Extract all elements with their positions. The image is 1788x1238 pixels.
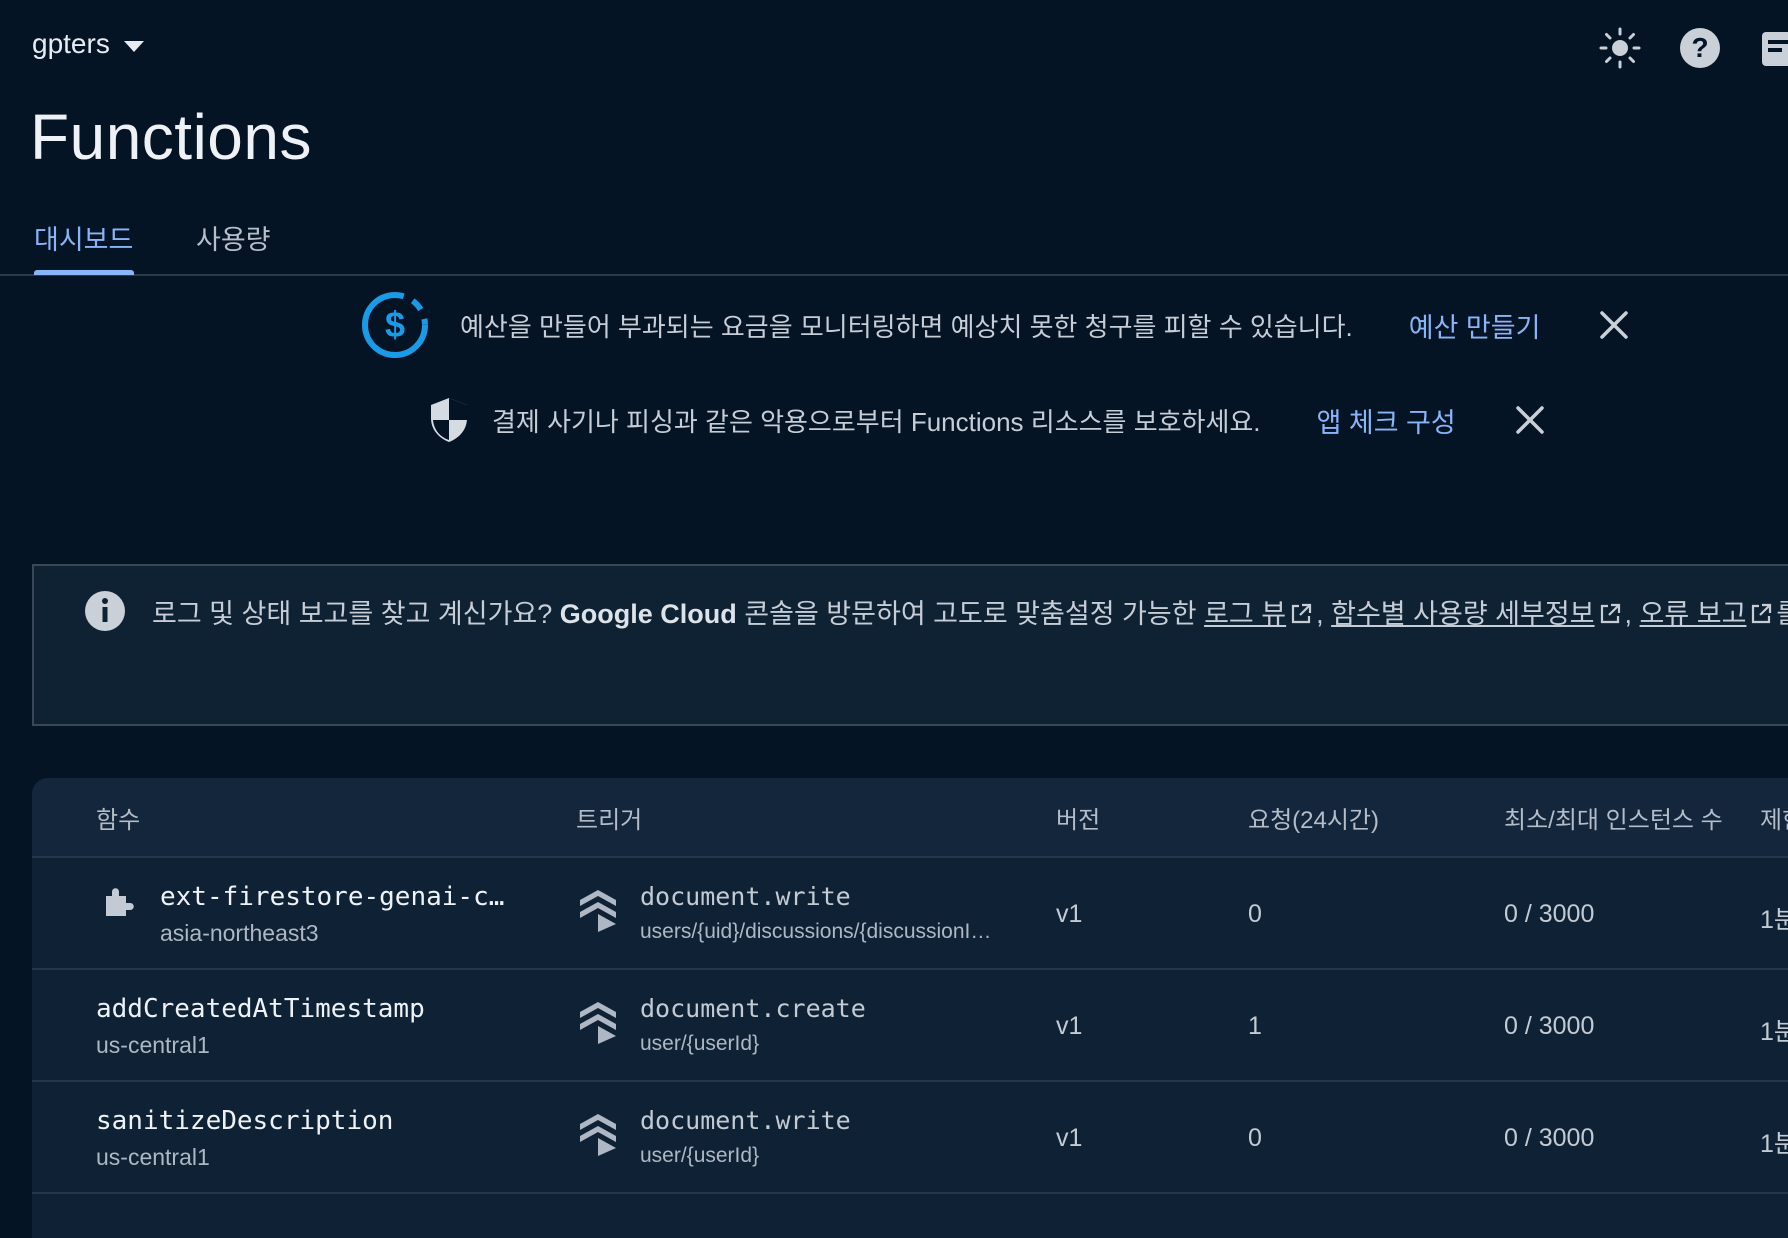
close-icon[interactable]	[1512, 402, 1548, 438]
appcheck-banner-text: 결제 사기나 피싱과 같은 악용으로부터 Functions 리소스를 보호하세…	[492, 406, 1261, 437]
info-text: 로그 및 상태 보고를 찾고 계신가요? Google Cloud 콘솔을 방문…	[152, 592, 1788, 633]
column-header-function[interactable]: 함수	[96, 800, 140, 835]
info-text-pre: 로그 및 상태 보고를 찾고 계신가요?	[152, 599, 560, 629]
function-name[interactable]: sanitizeDescription	[96, 1106, 393, 1136]
log-view-link[interactable]: 로그 뷰	[1204, 599, 1286, 629]
svg-text:$: $	[385, 304, 405, 345]
trigger-event: document.create	[640, 994, 866, 1023]
budget-banner: $ 예산을 만들어 부과되는 요금을 모니터링하면 예상치 못한 청구를 피할 …	[360, 290, 1632, 360]
firestore-trigger-icon	[578, 1112, 618, 1161]
info-icon	[84, 590, 126, 637]
function-region: us-central1	[96, 1032, 210, 1058]
column-header-limit[interactable]: 제한	[1760, 800, 1788, 835]
function-limit: 1분	[1760, 906, 1788, 934]
dollar-circle-icon: $	[360, 290, 430, 360]
create-budget-link[interactable]: 예산 만들기	[1409, 306, 1541, 345]
functions-table: 함수 트리거 버전 요청(24시간) 최소/최대 인스턴스 수 제한 ext-f…	[32, 778, 1788, 1238]
project-selector[interactable]: gpters	[32, 28, 144, 60]
trigger-event: document.write	[640, 1106, 851, 1135]
function-version: v1	[1056, 1124, 1083, 1152]
table-row[interactable]: sanitizeDescription us-central1 document…	[32, 1082, 1788, 1194]
extension-icon	[102, 884, 136, 923]
appcheck-banner: 결제 사기나 피싱과 같은 악용으로부터 Functions 리소스를 보호하세…	[428, 396, 1548, 444]
close-icon[interactable]	[1596, 307, 1632, 343]
info-sep: ,	[1316, 599, 1332, 629]
function-limit: 1분	[1760, 1130, 1788, 1158]
page-title: Functions	[30, 101, 312, 173]
function-requests: 0	[1248, 900, 1262, 928]
function-requests: 1	[1248, 1012, 1262, 1040]
info-text-bold: Google Cloud	[559, 599, 737, 629]
tab-dashboard[interactable]: 대시보드	[34, 218, 133, 257]
function-version: v1	[1056, 900, 1083, 928]
trigger-path: user/{userId}	[640, 1144, 760, 1167]
cloud-console-info-box	[32, 564, 1788, 726]
function-region: us-central1	[96, 1144, 210, 1170]
sun-icon[interactable]	[1596, 24, 1644, 72]
help-icon[interactable]: ?	[1676, 24, 1724, 72]
column-header-trigger[interactable]: 트리거	[576, 800, 642, 835]
configure-appcheck-link[interactable]: 앱 체크 구성	[1317, 401, 1456, 440]
table-row[interactable]: addCreatedAtTimestamp us-central1 docume…	[32, 970, 1788, 1082]
function-instances: 0 / 3000	[1504, 900, 1595, 928]
tab-divider	[0, 274, 1788, 276]
function-limit: 1분	[1760, 1018, 1788, 1046]
active-tab-indicator	[34, 270, 134, 275]
usage-details-link[interactable]: 함수별 사용량 세부정보	[1331, 599, 1594, 629]
info-text-post: 를 확	[1776, 599, 1788, 629]
external-link-icon	[1749, 602, 1773, 633]
trigger-path: users/{uid}/discussions/{discussionI…	[640, 920, 992, 943]
info-sep: ,	[1624, 599, 1640, 629]
external-link-icon	[1289, 602, 1313, 633]
column-header-instances[interactable]: 최소/최대 인스턴스 수	[1504, 800, 1723, 835]
function-name[interactable]: ext-firestore-genai-c…	[160, 882, 504, 912]
column-header-version[interactable]: 버전	[1056, 800, 1100, 835]
table-row[interactable]: ext-firestore-genai-c… asia-northeast3 d…	[32, 858, 1788, 970]
trigger-event: document.write	[640, 882, 851, 911]
project-name: gpters	[32, 28, 110, 59]
notes-icon[interactable]	[1752, 24, 1788, 72]
tab-usage[interactable]: 사용량	[196, 218, 271, 257]
function-version: v1	[1056, 1012, 1083, 1040]
info-text-mid: 콘솔을 방문하여 고도로 맞춤설정 가능한	[736, 599, 1205, 629]
chevron-down-icon	[123, 40, 144, 52]
budget-banner-text: 예산을 만들어 부과되는 요금을 모니터링하면 예상치 못한 청구를 피할 수 …	[460, 311, 1353, 342]
firestore-trigger-icon	[578, 888, 618, 937]
firestore-trigger-icon	[578, 1000, 618, 1049]
trigger-path: user/{userId}	[640, 1032, 760, 1055]
external-link-icon	[1598, 602, 1622, 633]
svg-text:?: ?	[1691, 32, 1708, 63]
shield-icon	[428, 396, 470, 444]
function-region: asia-northeast3	[160, 920, 319, 946]
column-header-requests[interactable]: 요청(24시간)	[1248, 800, 1379, 835]
function-requests: 0	[1248, 1124, 1262, 1152]
function-instances: 0 / 3000	[1504, 1124, 1595, 1152]
error-report-link[interactable]: 오류 보고	[1640, 599, 1747, 629]
table-header: 함수 트리거 버전 요청(24시간) 최소/최대 인스턴스 수 제한	[32, 778, 1788, 858]
function-name[interactable]: addCreatedAtTimestamp	[96, 994, 425, 1024]
function-instances: 0 / 3000	[1504, 1012, 1595, 1040]
